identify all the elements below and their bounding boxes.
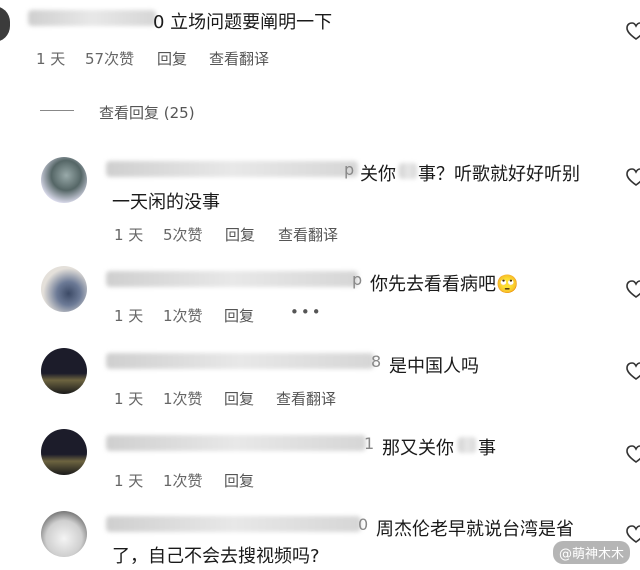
censor-block: [399, 163, 417, 179]
reply-username-blurred: [106, 271, 358, 287]
reply-reply-button[interactable]: 回复: [225, 224, 255, 245]
reply-avatar[interactable]: [41, 429, 87, 475]
reply-text-line2: 一天闲的没事: [112, 192, 220, 213]
heart-icon[interactable]: [626, 22, 640, 42]
reply-likes: 1次赞: [163, 472, 203, 490]
heart-icon[interactable]: [626, 168, 640, 188]
reply-avatar[interactable]: [41, 266, 87, 312]
top-avatar[interactable]: [0, 6, 10, 42]
reply-username-blurred: [106, 353, 374, 369]
reply-reply-button[interactable]: 回复: [224, 388, 254, 409]
reply-username-tail: p: [352, 270, 363, 289]
reply-username-tail: 0: [358, 515, 369, 534]
reply-username-blurred: [106, 435, 366, 451]
reply-text: 是中国人吗: [389, 356, 479, 377]
watermark: @萌神木木: [552, 541, 630, 564]
reply-text: 关你: [360, 164, 396, 185]
reply-likes: 1次赞: [163, 307, 203, 325]
reply-reply-button[interactable]: 回复: [224, 305, 254, 326]
reply-reply-button[interactable]: 回复: [224, 470, 254, 491]
heart-icon[interactable]: [626, 445, 640, 465]
top-comment-likes: 57次赞: [85, 50, 135, 68]
reply-text: 事？听歌就好好听别: [418, 164, 580, 185]
top-comment-text: 0 立场问题要阐明一下: [153, 12, 333, 33]
heart-icon[interactable]: [626, 362, 640, 382]
top-comment-translate-button[interactable]: 查看翻译: [209, 48, 269, 69]
reply-avatar[interactable]: [41, 348, 87, 394]
reply-time: 1 天: [114, 307, 144, 325]
reply-avatar[interactable]: [41, 511, 87, 557]
heart-icon[interactable]: [626, 280, 640, 300]
more-options-button[interactable]: •••: [290, 303, 323, 321]
reply-time: 1 天: [114, 390, 144, 408]
reply-text: 事: [478, 438, 496, 459]
reply-username-blurred: [106, 161, 358, 177]
heart-icon[interactable]: [626, 525, 640, 545]
reply-likes: 5次赞: [163, 226, 203, 244]
reply-username-tail: 8: [371, 352, 382, 371]
reply-username-tail: 1: [364, 434, 375, 453]
censor-block: [458, 437, 476, 453]
view-replies-divider: [40, 110, 74, 111]
reply-time: 1 天: [114, 226, 144, 244]
reply-translate-button[interactable]: 查看翻译: [278, 224, 338, 245]
reply-username-blurred: [106, 516, 361, 532]
reply-time: 1 天: [114, 472, 144, 490]
top-comment-time: 1 天: [36, 50, 66, 68]
reply-text-line2: 了，自己不会去搜视频吗?: [112, 546, 320, 567]
reply-likes: 1次赞: [163, 390, 203, 408]
top-username-blurred: [28, 10, 156, 26]
reply-text: 那又关你: [382, 438, 454, 459]
top-comment-reply-button[interactable]: 回复: [157, 48, 187, 69]
reply-avatar[interactable]: [41, 157, 87, 203]
reply-text: 你先去看看病吧🙄: [370, 274, 519, 295]
reply-translate-button[interactable]: 查看翻译: [276, 388, 336, 409]
reply-text: 周杰伦老早就说台湾是省: [376, 519, 574, 540]
view-replies-button[interactable]: 查看回复 (25): [99, 102, 195, 123]
reply-username-tail: p: [344, 160, 355, 179]
